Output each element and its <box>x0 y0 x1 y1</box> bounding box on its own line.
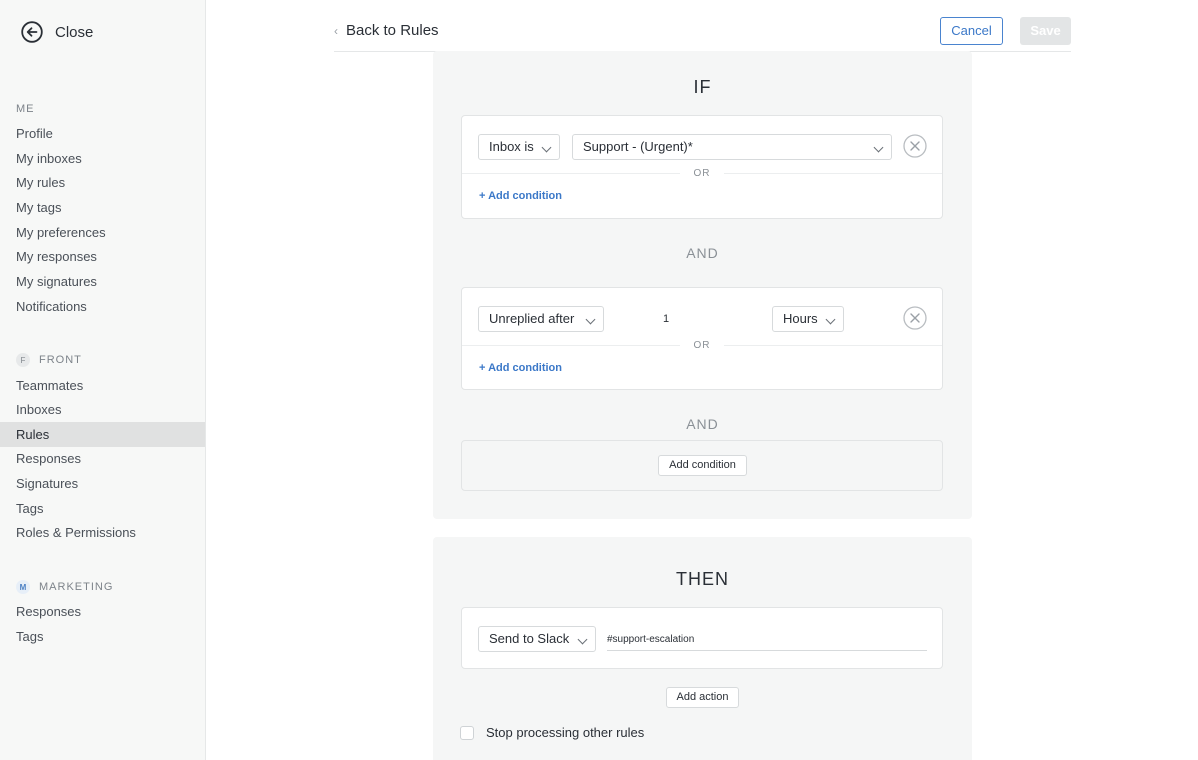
or-label: OR <box>693 168 711 179</box>
chevron-left-icon: ‹ <box>334 23 338 38</box>
and-label: AND <box>686 416 719 432</box>
section-header-me: ME <box>16 103 35 115</box>
sidebar: Close ME Profile My inboxes My rules My … <box>0 0 206 760</box>
condition-type-select[interactable]: Inbox is <box>478 134 560 160</box>
and-label: AND <box>686 245 719 261</box>
chevron-down-icon <box>873 142 884 153</box>
chevron-down-icon <box>577 634 588 645</box>
select-value: Support - (Urgent)* <box>583 139 693 154</box>
condition-type-select[interactable]: Unreplied after <box>478 306 604 332</box>
add-condition-link[interactable]: + Add condition <box>479 190 562 202</box>
select-value: Unreplied after <box>489 311 575 326</box>
sidebar-item-my-responses[interactable]: My responses <box>0 244 205 269</box>
stop-processing-checkbox[interactable] <box>460 726 474 740</box>
condition-group-inbox: Inbox is Support - (Urgent)* OR + Add co… <box>461 115 943 219</box>
sidebar-item-tags[interactable]: Tags <box>0 496 205 521</box>
action-row: Send to Slack <box>461 607 943 669</box>
remove-condition-icon[interactable] <box>903 306 927 330</box>
back-arrow-circle-icon <box>21 21 43 43</box>
then-panel: THEN Send to Slack Add action Stop proce… <box>433 537 972 760</box>
back-to-rules-link[interactable]: ‹ Back to Rules <box>334 22 439 39</box>
sidebar-item-signatures[interactable]: Signatures <box>0 471 205 496</box>
condition-group-unreplied: Unreplied after 1 Hours OR + Add conditi… <box>461 287 943 390</box>
add-condition-link[interactable]: + Add condition <box>479 362 562 374</box>
if-panel: IF Inbox is Support - (Urgent)* OR + Add… <box>433 51 972 519</box>
sidebar-item-roles-permissions[interactable]: Roles & Permissions <box>0 520 205 545</box>
remove-condition-icon[interactable] <box>903 134 927 158</box>
new-condition-group: Add condition <box>461 440 943 491</box>
if-title: IF <box>693 77 712 97</box>
sidebar-item-rules[interactable]: Rules <box>0 422 205 447</box>
add-condition-button[interactable]: Add condition <box>658 455 747 476</box>
select-value: Send to Slack <box>489 631 570 646</box>
marketing-badge-icon: M <box>16 580 30 594</box>
sidebar-item-my-preferences[interactable]: My preferences <box>0 220 205 245</box>
chevron-down-icon <box>585 314 596 325</box>
inbox-value-select[interactable]: Support - (Urgent)* <box>572 134 892 160</box>
sidebar-item-my-rules[interactable]: My rules <box>0 170 205 195</box>
sidebar-item-inboxes[interactable]: Inboxes <box>0 397 205 422</box>
then-title: THEN <box>676 569 729 589</box>
section-header-front: F FRONT <box>16 353 82 367</box>
header-bar: ‹ Back to Rules Cancel Save <box>334 0 1071 52</box>
duration-amount-input[interactable]: 1 <box>663 313 669 325</box>
sidebar-item-my-signatures[interactable]: My signatures <box>0 269 205 294</box>
select-value: Hours <box>783 311 818 326</box>
sidebar-item-my-tags[interactable]: My tags <box>0 195 205 220</box>
sidebar-item-teammates[interactable]: Teammates <box>0 373 205 398</box>
section-title: ME <box>16 103 35 115</box>
close-button[interactable]: Close <box>21 21 93 43</box>
add-action-button[interactable]: Add action <box>666 687 739 708</box>
section-title: FRONT <box>39 354 82 366</box>
sidebar-item-profile[interactable]: Profile <box>0 121 205 146</box>
front-badge-icon: F <box>16 353 30 367</box>
cancel-button[interactable]: Cancel <box>940 17 1003 45</box>
close-label: Close <box>55 23 94 41</box>
sidebar-item-responses[interactable]: Responses <box>0 446 205 471</box>
sidebar-item-marketing-responses[interactable]: Responses <box>0 599 205 624</box>
chevron-down-icon <box>825 314 836 325</box>
sidebar-item-marketing-tags[interactable]: Tags <box>0 624 205 649</box>
section-title: MARKETING <box>39 581 114 593</box>
action-type-select[interactable]: Send to Slack <box>478 626 596 652</box>
save-button[interactable]: Save <box>1020 17 1071 45</box>
or-label: OR <box>693 340 711 351</box>
sidebar-item-notifications[interactable]: Notifications <box>0 294 205 319</box>
stop-processing-label: Stop processing other rules <box>486 725 645 740</box>
section-header-marketing: M MARKETING <box>16 580 113 594</box>
sidebar-item-my-inboxes[interactable]: My inboxes <box>0 146 205 171</box>
back-label: Back to Rules <box>346 22 439 39</box>
slack-channel-input[interactable] <box>607 629 927 651</box>
select-value: Inbox is <box>489 139 534 154</box>
duration-unit-select[interactable]: Hours <box>772 306 844 332</box>
chevron-down-icon <box>541 142 552 153</box>
